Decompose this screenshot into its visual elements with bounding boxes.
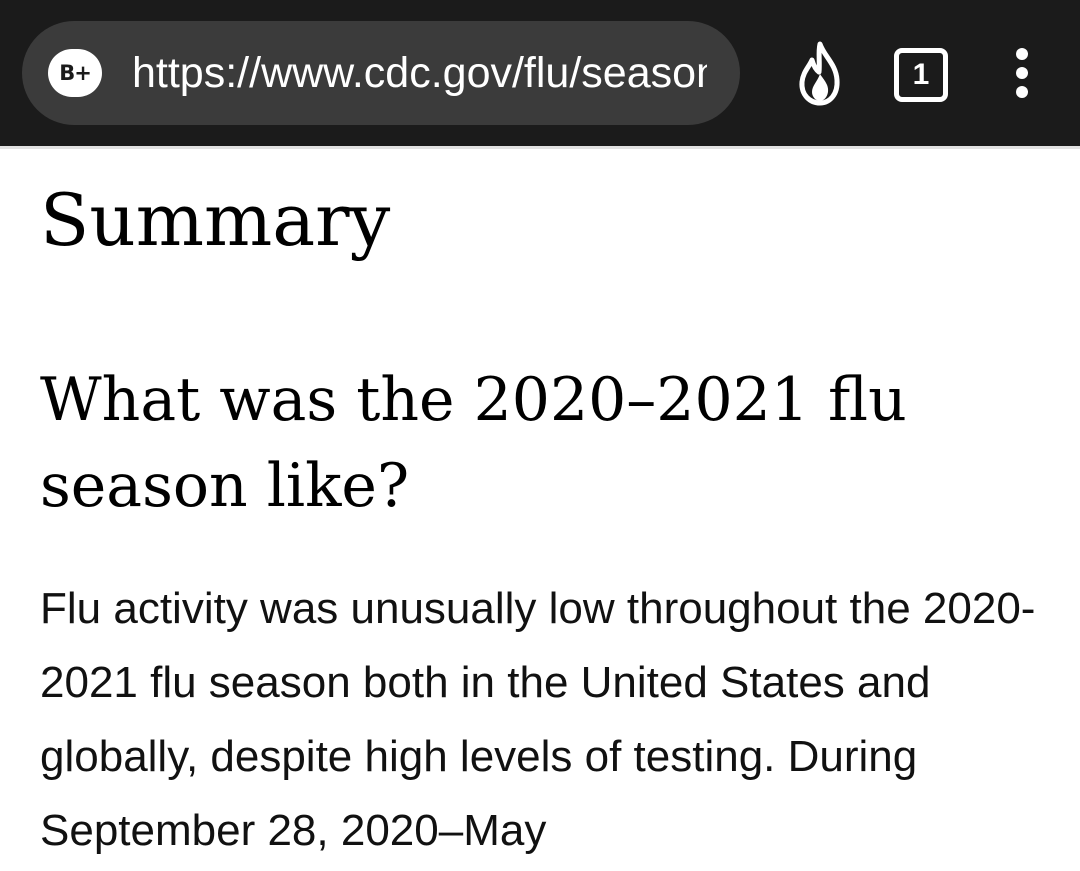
fire-button[interactable] [788,40,852,108]
tab-switcher-button[interactable]: 1 [890,40,954,108]
privacy-grade-icon[interactable]: B+ [48,49,102,97]
body-paragraph: Flu activity was unusually low throughou… [40,584,1036,855]
toolbar-divider [0,146,1080,149]
page-title: Summary [40,178,391,262]
overflow-menu-icon [1016,48,1028,98]
browser-toolbar: B+ https://www.cdc.gov/flu/season 1 [0,0,1080,146]
section-heading: What was the 2020–2021 flu season like? [40,365,907,521]
address-bar[interactable]: B+ https://www.cdc.gov/flu/season [22,21,740,125]
url-text[interactable]: https://www.cdc.gov/flu/season [132,47,707,99]
tab-switcher-icon: 1 [894,48,948,102]
fire-icon [799,41,840,106]
overflow-menu-button[interactable] [990,40,1054,108]
